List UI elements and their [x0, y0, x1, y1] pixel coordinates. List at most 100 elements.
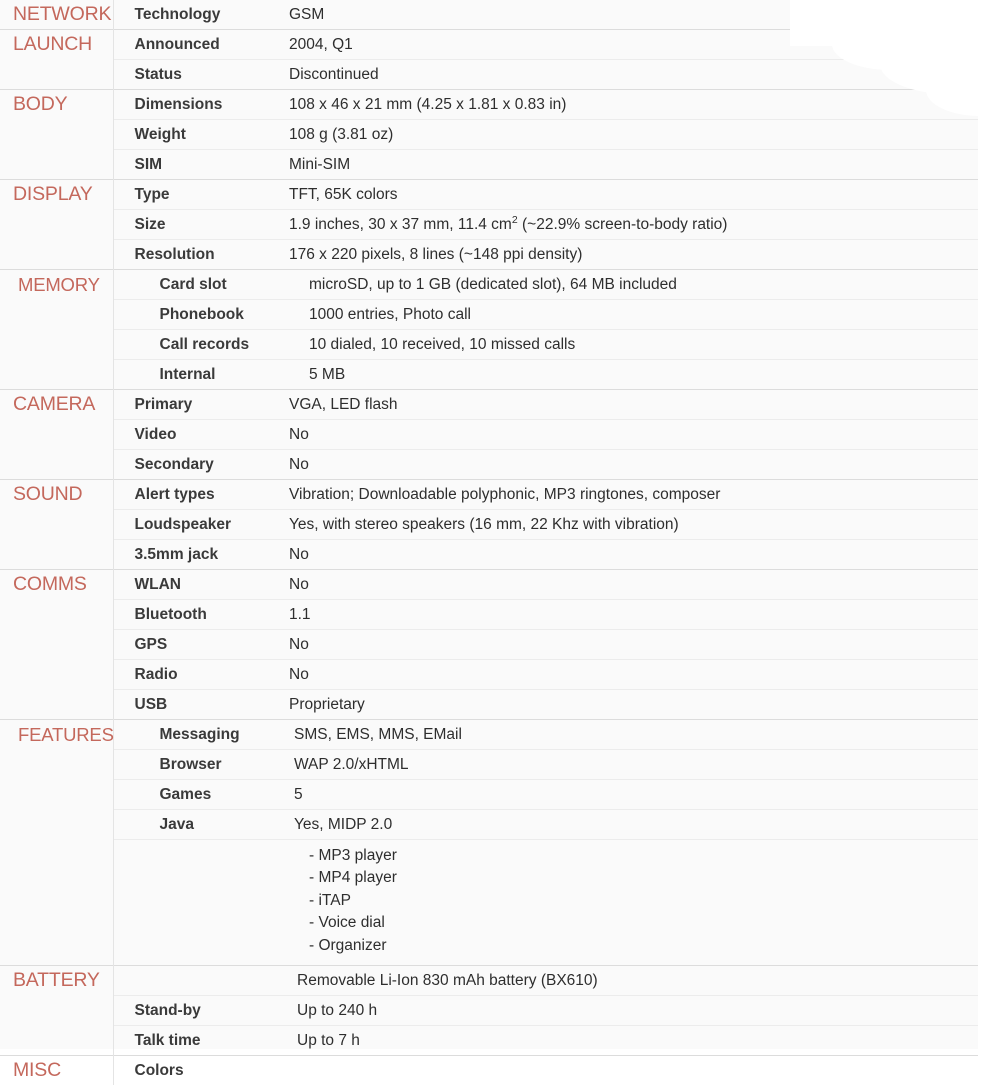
table-row: NETWORK Technology GSM [0, 0, 978, 30]
spec-category-label: MEMORY [18, 274, 100, 295]
spec-category-cell: BODY [0, 89, 114, 180]
table-row: Resolution 176 x 220 pixels, 8 lines (~14… [0, 239, 978, 270]
spec-key-label [114, 840, 284, 869]
phone-specification-sheet: NETWORK Technology GSM LAUNCH Announced 2004,… [0, 0, 1000, 1085]
spec-value-cell: No [283, 539, 978, 570]
spec-key-cell: Primary [113, 389, 283, 420]
spec-key-label: Alert types [134, 486, 215, 503]
spec-key-label: Size [134, 216, 166, 233]
spec-category-cell: DISPLAY [0, 179, 114, 270]
spec-category-label: BATTERY [13, 969, 100, 992]
spec-key-cell: Stand-by [113, 995, 283, 1026]
spec-key-label: Status [134, 66, 182, 83]
spec-value-text: Up to 7 h [297, 1032, 360, 1050]
spec-value-cell: 10 dialed, 10 received, 10 missed calls [283, 329, 978, 360]
spec-value-cell: Up to 7 h [283, 1025, 978, 1056]
spec-category-cell: FEATURES [0, 718, 114, 966]
spec-key-label: Messaging [159, 726, 240, 743]
spec-key-label: Announced [134, 36, 220, 53]
spec-category-cell: SOUND [0, 479, 114, 570]
spec-value-text: Yes, MIDP 2.0 [294, 816, 393, 833]
spec-key-cell: Status [113, 59, 283, 90]
spec-key-cell: Type [113, 179, 283, 210]
table-row: Call records 10 dialed, 10 received, 10 m… [0, 329, 978, 360]
table-row: DISPLAY Type TFT, 65K colors [0, 179, 978, 270]
spec-value-cell: No [283, 419, 978, 450]
table-row: Talk time Up to 7 h [0, 1025, 978, 1056]
spec-value-cell: Yes, MIDP 2.0 [283, 809, 978, 840]
spec-key-label: Radio [134, 666, 178, 683]
spec-key-cell: Resolution [113, 239, 283, 270]
table-row: 3.5mm jack No [0, 539, 978, 570]
table-row: Browser WAP 2.0/xHTML [0, 749, 978, 780]
spec-value-prefix: 1.9 inches, 30 x 37 mm, 11.4 cm [289, 216, 512, 233]
spec-value-cell: 176 x 220 pixels, 8 lines (~148 ppi dens… [283, 239, 978, 270]
spec-value-text: Discontinued [289, 66, 379, 83]
spec-value-text: Mini-SIM [289, 156, 351, 173]
spec-key-cell: SIM [113, 149, 283, 180]
spec-category-cell: BATTERY [0, 965, 114, 1056]
table-row: - MP3 player - MP4 player - iTAP - Voice di… [0, 838, 978, 966]
scan-artifact-cutout [978, 0, 1000, 230]
spec-value-text: 2004, Q1 [289, 36, 353, 53]
spec-key-cell: Secondary [113, 449, 283, 480]
spec-category-label: MISC [13, 1059, 61, 1082]
spec-key-label: Weight [134, 126, 186, 143]
spec-key-cell: Phonebook [113, 299, 283, 330]
spec-key-label: GPS [134, 636, 168, 653]
spec-value-text: VGA, LED flash [289, 396, 398, 413]
spec-value-cell: Discontinued [283, 59, 978, 90]
spec-value-cell: 5 [283, 779, 978, 810]
list-item: - Voice dial [309, 914, 385, 932]
spec-value-cell: - MP3 player - MP4 player - iTAP - Voice di… [283, 838, 978, 966]
spec-value-cell: SMS, EMS, MMS, EMail [283, 719, 978, 750]
spec-value-text: Yes, with stereo speakers (16 mm, 22 Khz… [289, 516, 679, 533]
spec-value-cell: microSD, up to 1 GB (dedicated slot), 64… [283, 269, 978, 300]
spec-value-text: WAP 2.0/xHTML [294, 756, 409, 773]
table-row: Bluetooth 1.1 [0, 599, 978, 630]
spec-key-label: Secondary [134, 456, 214, 473]
specifications-table-body: NETWORK Technology GSM LAUNCH Announced 2004,… [0, 0, 978, 1085]
spec-key-label: Loudspeaker [134, 516, 231, 533]
spec-value-cell: 108 g (3.81 oz) [283, 119, 978, 150]
spec-value-cell: No [283, 449, 978, 480]
spec-key-label: Browser [159, 756, 222, 773]
table-row: BATTERY Removable Li-Ion 830 mAh battery… [0, 965, 978, 1056]
spec-value-cell: TFT, 65K colors [283, 179, 978, 210]
table-row: Status Discontinued [0, 59, 978, 90]
spec-value-cell: 5 MB [283, 359, 978, 390]
spec-category-cell: LAUNCH [0, 29, 114, 90]
spec-key-label: Internal [159, 366, 216, 383]
list-item: - MP4 player [309, 869, 397, 887]
table-row: Stand-by Up to 240 h [0, 995, 978, 1026]
spec-value-text: GSM [289, 6, 325, 23]
spec-key-label: Video [134, 426, 177, 443]
spec-key-cell [113, 838, 284, 966]
table-row: USB Proprietary [0, 689, 978, 720]
spec-key-label: Phonebook [159, 306, 244, 323]
spec-category-label: BODY [13, 93, 68, 115]
table-row: Weight 108 g (3.81 oz) [0, 119, 978, 150]
spec-key-cell: Internal [113, 359, 283, 390]
spec-key-label: Call records [159, 336, 250, 353]
spec-key-label: Colors [134, 1062, 184, 1080]
spec-category-label: DISPLAY [13, 183, 93, 205]
table-row: Video No [0, 419, 978, 450]
table-row: LAUNCH Announced 2004, Q1 [0, 29, 978, 90]
spec-category-cell: MEMORY [0, 269, 114, 390]
list-item: - iTAP [309, 891, 351, 909]
spec-key-label: WLAN [134, 576, 182, 593]
spec-key-label: Bluetooth [134, 606, 207, 623]
spec-value-cell: No [283, 659, 978, 690]
spec-category-label: SOUND [13, 483, 83, 505]
spec-category-cell: COMMS [0, 569, 114, 720]
spec-value-text: Up to 240 h [297, 1002, 378, 1020]
spec-value-cell: Proprietary [283, 689, 978, 720]
spec-value-cell: 108 x 46 x 21 mm (4.25 x 1.81 x 0.83 in) [283, 89, 978, 120]
spec-category-label: COMMS [13, 573, 87, 595]
spec-value-text: 1.1 [289, 606, 311, 623]
spec-value-text: TFT, 65K colors [289, 186, 398, 203]
spec-value-text: SMS, EMS, MMS, EMail [294, 726, 462, 743]
table-row: FEATURES Messaging SMS, EMS, MMS, EMail [0, 718, 978, 966]
spec-key-cell: Loudspeaker [113, 509, 283, 540]
